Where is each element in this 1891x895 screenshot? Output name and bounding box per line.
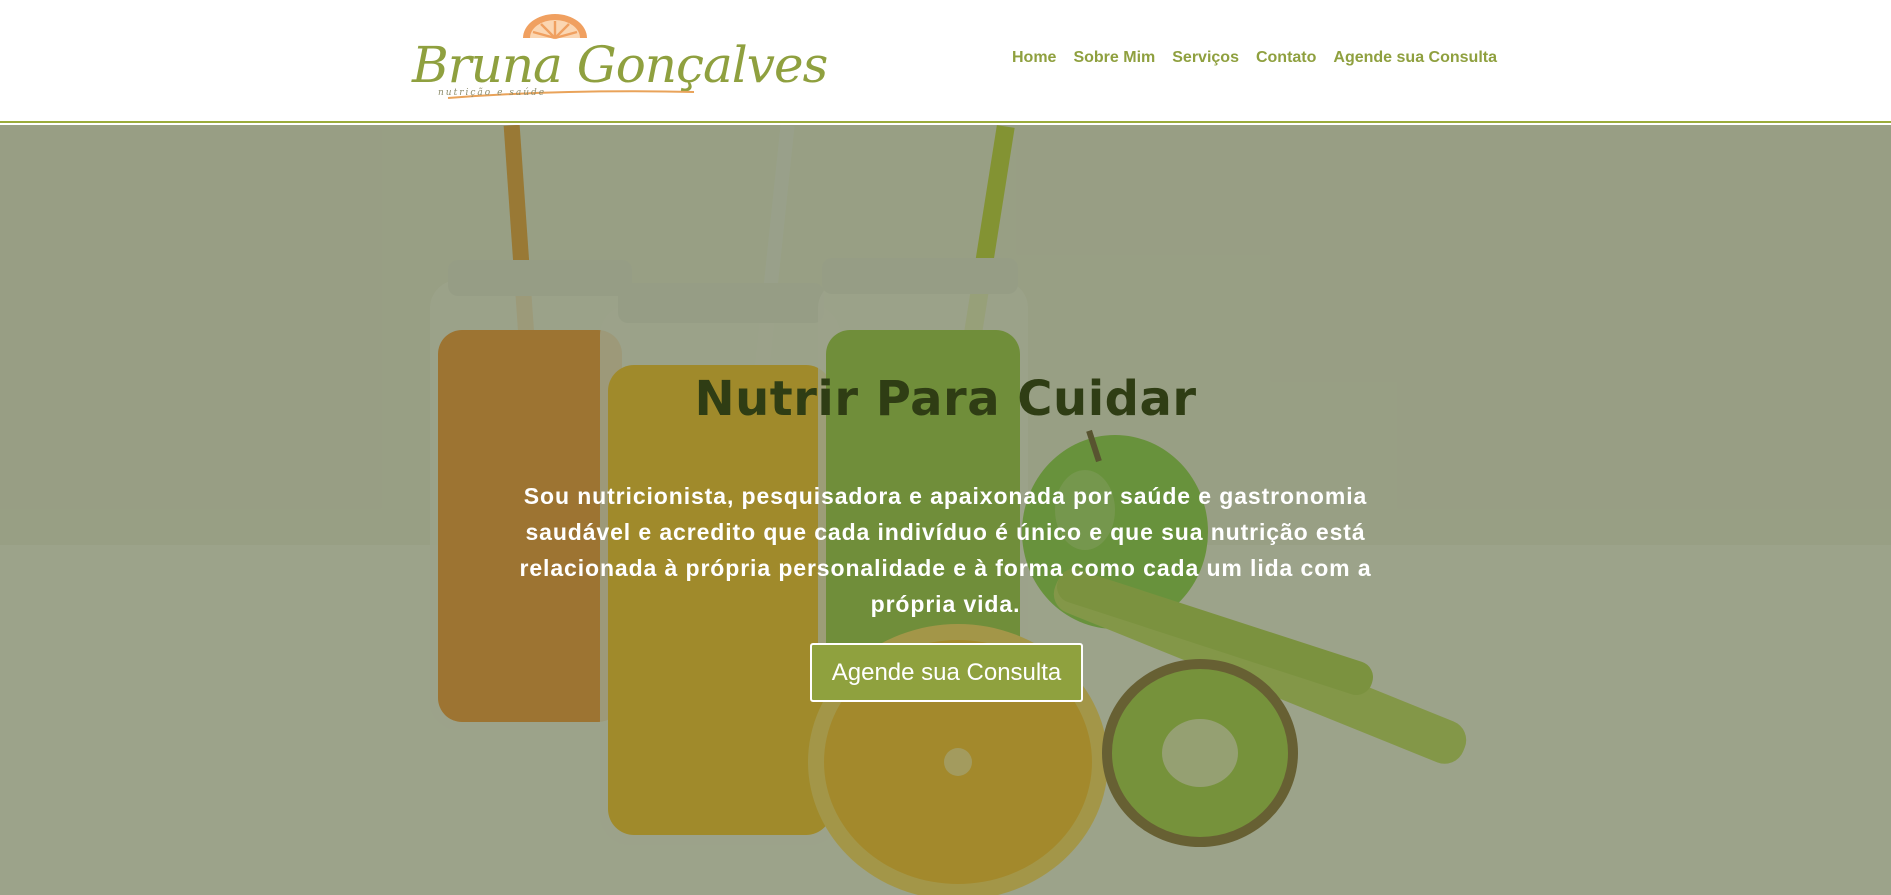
hero-cta-button[interactable]: Agende sua Consulta bbox=[810, 643, 1083, 702]
nav-agende-consulta[interactable]: Agende sua Consulta bbox=[1333, 49, 1497, 67]
logo-tagline: nutrição e saúde bbox=[438, 88, 547, 98]
site-header: Bruna Gonçalves nutrição e saúde Home So… bbox=[0, 0, 1891, 123]
hero-section: Nutrir Para Cuidar Sou nutricionista, pe… bbox=[0, 125, 1891, 895]
nav-home[interactable]: Home bbox=[1012, 49, 1056, 67]
hero-description: Sou nutricionista, pesquisadora e apaixo… bbox=[519, 483, 1372, 617]
main-nav: Home Sobre Mim Serviços Contato Agende s… bbox=[1012, 49, 1497, 67]
hero-title: Nutrir Para Cuidar bbox=[694, 371, 1197, 427]
nav-contato[interactable]: Contato bbox=[1256, 49, 1316, 67]
nav-servicos[interactable]: Serviços bbox=[1172, 49, 1239, 67]
site-logo[interactable]: Bruna Gonçalves nutrição e saúde bbox=[412, 12, 828, 104]
nav-sobre-mim[interactable]: Sobre Mim bbox=[1073, 49, 1155, 67]
